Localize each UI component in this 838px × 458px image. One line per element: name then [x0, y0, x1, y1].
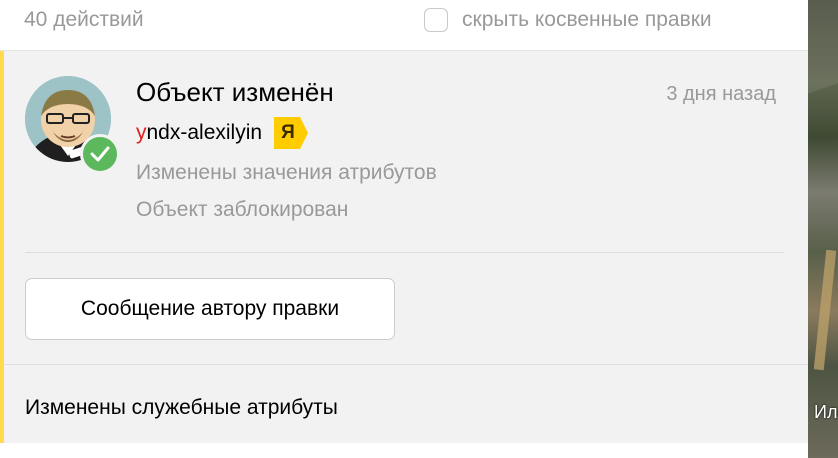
map-road — [813, 249, 837, 371]
actions-count: 40 действий — [24, 8, 144, 31]
edit-detail-attributes: Изменены значения атрибутов — [136, 161, 437, 184]
hide-indirect-edits-toggle[interactable]: скрыть косвенные правки — [424, 8, 712, 32]
author-name-first-letter: y — [136, 121, 147, 144]
map-place-label: Иле — [814, 402, 838, 422]
check-circle-icon — [80, 134, 120, 174]
edit-card[interactable]: Объект изменён 3 дня назад yndx-alexilyi… — [0, 51, 808, 443]
history-header: 40 действий скрыть косвенные правки — [0, 0, 808, 51]
section-divider — [4, 364, 808, 365]
author-row: yndx-alexilyin Я — [136, 117, 309, 149]
author-name-rest: ndx-alexilyin — [146, 121, 263, 144]
message-author-button[interactable]: Сообщение автору правки — [25, 278, 395, 340]
author-link[interactable]: yndx-alexilyin — [136, 121, 262, 145]
edit-detail-blocked: Объект заблокирован — [136, 198, 349, 221]
history-panel: 40 действий скрыть косвенные правки Объе… — [0, 0, 808, 458]
yandex-staff-badge: Я — [274, 117, 309, 149]
hide-indirect-checkbox[interactable] — [424, 8, 448, 32]
edit-title: Объект изменён — [136, 77, 334, 107]
avatar[interactable] — [25, 76, 120, 174]
edit-time: 3 дня назад — [666, 83, 776, 105]
map-background[interactable]: Иле — [808, 0, 838, 458]
service-attributes-changed[interactable]: Изменены служебные атрибуты — [25, 396, 338, 420]
card-divider — [25, 252, 784, 253]
hide-indirect-label[interactable]: скрыть косвенные правки — [462, 8, 712, 32]
yandex-badge-text: Я — [281, 122, 295, 143]
